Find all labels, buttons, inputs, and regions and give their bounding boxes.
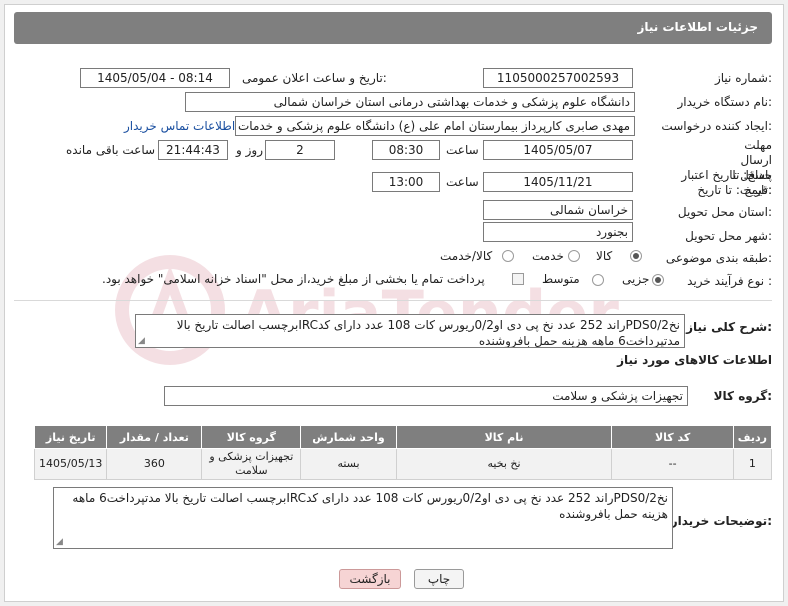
- col-date: تاریخ نیاز: [33, 425, 108, 449]
- process-radio-medium[interactable]: [592, 274, 604, 286]
- days-field: 2: [265, 140, 335, 160]
- validity-label: حداقل تاریخ اعتبار قیمت: تا تاریخ:: [681, 168, 772, 197]
- category-radio-service[interactable]: [568, 250, 580, 262]
- process-option-minor: جزیی: [622, 272, 650, 286]
- cell-code: --: [611, 448, 734, 480]
- deadline-time-label: ساعت: [446, 143, 479, 157]
- buyer-contact-link[interactable]: اطلاعات تماس خریدار: [124, 119, 235, 133]
- remaining-time-field: 21:44:43: [158, 140, 228, 160]
- description-label: شرح کلی نیاز:: [686, 320, 772, 334]
- cell-row: 1: [732, 448, 773, 480]
- col-name: نام کالا: [395, 425, 613, 449]
- col-unit: واحد شمارش: [300, 425, 397, 449]
- cell-name: نخ بخیه: [395, 448, 613, 480]
- category-label: طبقه بندی موضوعی:: [665, 251, 772, 265]
- deadline-time-field: 08:30: [372, 140, 440, 160]
- buyer-org-field: دانشگاه علوم پزشکی و خدمات بهداشتی درمان…: [185, 92, 635, 112]
- description-textarea: نخPDS0/2راند 252 عدد نخ پی دی او0/2ریورس…: [135, 314, 685, 348]
- days-label: روز و: [236, 143, 263, 157]
- need-number-field: 1105000257002593: [483, 68, 633, 88]
- category-option-goods: کالا: [596, 249, 613, 263]
- cell-date: 1405/05/13: [33, 448, 108, 480]
- col-row: ردیف: [732, 425, 773, 449]
- category-option-goods-service: کالا/خدمت: [440, 249, 493, 263]
- requester-field: مهدی صابری کارپرداز بیمارستان امام علی (…: [235, 116, 635, 136]
- page-title: جزئیات اطلاعات نیاز: [637, 20, 758, 34]
- print-button[interactable]: چاپ: [414, 569, 464, 589]
- remaining-label: ساعت باقی مانده: [66, 143, 156, 157]
- table-row: 1 -- نخ بخیه بسته تجهیزات پزشکی و سلامت …: [33, 448, 773, 480]
- col-code: کد کالا: [611, 425, 734, 449]
- validity-time-field: 13:00: [372, 172, 440, 192]
- goods-table: ردیف کد کالا نام کالا واحد شمارش گروه کا…: [33, 425, 773, 480]
- category-radio-goods[interactable]: [630, 250, 642, 262]
- buyer-notes-text: نخPDS0/2راند 252 عدد نخ پی دی او0/2ریورس…: [72, 491, 668, 521]
- announce-label: تاریخ و ساعت اعلان عمومی:: [242, 71, 387, 85]
- goods-section-title: اطلاعات کالاهای مورد نیاز: [617, 353, 772, 367]
- requester-label: ایجاد کننده درخواست:: [661, 119, 772, 133]
- process-label: نوع فرآیند خرید :: [687, 274, 772, 288]
- description-text: نخPDS0/2راند 252 عدد نخ پی دی او0/2ریورس…: [176, 318, 680, 348]
- divider: [14, 300, 772, 301]
- resize-grip-icon[interactable]: ◢: [56, 538, 63, 547]
- category-option-service: خدمت: [532, 249, 564, 263]
- col-group: گروه کالا: [201, 425, 302, 449]
- title-bar: جزئیات اطلاعات نیاز: [14, 12, 772, 44]
- announce-field: 1405/05/04 - 08:14: [80, 68, 230, 88]
- goods-group-field: تجهیزات پزشکی و سلامت: [164, 386, 688, 406]
- treasury-payment-note: پرداخت تمام یا بخشی از مبلغ خرید،از محل …: [102, 272, 485, 286]
- province-label: استان محل تحویل:: [677, 205, 772, 219]
- back-button[interactable]: بازگشت: [339, 569, 401, 589]
- treasury-payment-checkbox[interactable]: [512, 273, 524, 285]
- category-radio-goods-service[interactable]: [502, 250, 514, 262]
- need-number-label: شماره نیاز:: [714, 71, 772, 85]
- city-field: بجنورد: [483, 222, 633, 242]
- validity-date-field: 1405/11/21: [483, 172, 633, 192]
- deadline-date-field: 1405/05/07: [483, 140, 633, 160]
- city-label: شهر محل تحویل:: [685, 229, 772, 243]
- goods-group-label: گروه کالا:: [713, 389, 772, 403]
- cell-group: تجهیزات پزشکی و سلامت: [201, 448, 302, 480]
- province-field: خراسان شمالی: [483, 200, 633, 220]
- validity-time-label: ساعت: [446, 175, 479, 189]
- buyer-notes-label: توضیحات خریدار:: [670, 514, 772, 528]
- col-qty: تعداد / مقدار: [106, 425, 203, 449]
- process-option-medium: متوسط: [542, 272, 580, 286]
- table-header-row: ردیف کد کالا نام کالا واحد شمارش گروه کا…: [33, 425, 773, 449]
- resize-grip-icon[interactable]: ◢: [138, 337, 145, 346]
- buyer-org-label: نام دستگاه خریدار:: [677, 95, 773, 109]
- cell-qty: 360: [106, 448, 203, 480]
- cell-unit: بسته: [300, 448, 397, 480]
- process-radio-minor[interactable]: [652, 274, 664, 286]
- buyer-notes-textarea: نخPDS0/2راند 252 عدد نخ پی دی او0/2ریورس…: [53, 487, 673, 549]
